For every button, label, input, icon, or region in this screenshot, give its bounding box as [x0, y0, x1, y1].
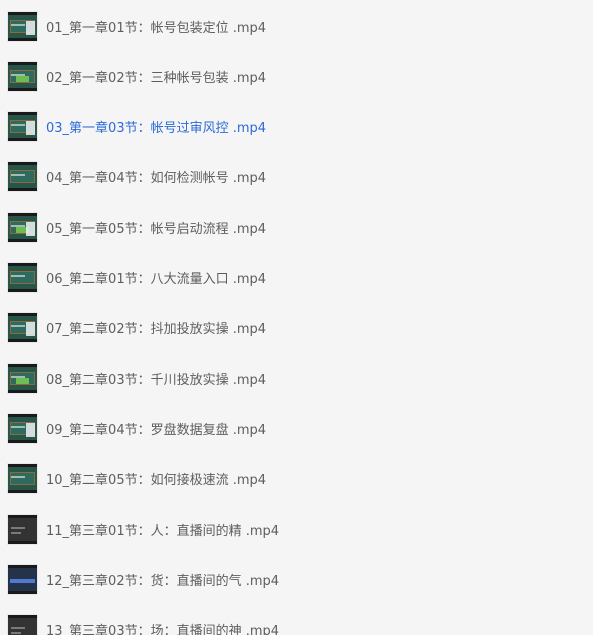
- file-name: 02_第一章02节：三种帐号包装 .mp4: [46, 70, 267, 86]
- file-name: 01_第一章01节：帐号包装定位 .mp4: [46, 20, 267, 36]
- file-name: 07_第二章02节：抖加投放实操 .mp4: [46, 322, 267, 338]
- file-list-item[interactable]: 11_第三章01节：人：直播间的精 .mp4: [0, 509, 593, 549]
- video-thumbnail: [8, 514, 37, 544]
- video-thumbnail: [8, 61, 37, 91]
- file-list: 01_第一章01节：帐号包装定位 .mp4 02_第一章02节：三种帐号包装 .m…: [0, 0, 593, 635]
- video-thumbnail: [8, 413, 37, 443]
- video-thumbnail: [8, 564, 37, 594]
- file-name: 11_第三章01节：人：直播间的精 .mp4: [46, 523, 280, 539]
- file-name: 09_第二章04节：罗盘数据复盘 .mp4: [46, 422, 267, 438]
- file-list-item[interactable]: 04_第一章04节：如何检测帐号 .mp4: [0, 157, 593, 197]
- file-list-item[interactable]: 08_第二章03节：千川投放实操 .mp4: [0, 358, 593, 398]
- video-thumbnail: [8, 363, 37, 393]
- file-name: 05_第一章05节：帐号启动流程 .mp4: [46, 221, 267, 237]
- file-name: 08_第二章03节：千川投放实操 .mp4: [46, 372, 267, 388]
- video-thumbnail: [8, 615, 37, 635]
- video-thumbnail: [8, 112, 37, 142]
- file-list-item[interactable]: 09_第二章04节：罗盘数据复盘 .mp4: [0, 408, 593, 448]
- video-thumbnail: [8, 212, 37, 242]
- file-list-item[interactable]: 12_第三章02节：货：直播间的气 .mp4: [0, 559, 593, 599]
- file-name: 13_第三章03节：场：直播间的神 .mp4: [46, 624, 280, 635]
- file-name: 12_第三章02节：货：直播间的气 .mp4: [46, 573, 280, 589]
- file-name: 03_第一章03节：帐号过审风控 .mp4: [46, 121, 267, 137]
- video-thumbnail: [8, 263, 37, 292]
- file-list-item[interactable]: 06_第二章01节：八大流量入口 .mp4: [0, 258, 593, 298]
- video-thumbnail: [8, 11, 37, 41]
- video-thumbnail: [8, 464, 37, 494]
- file-name: 06_第二章01节：八大流量入口 .mp4: [46, 272, 267, 287]
- file-list-item[interactable]: 13_第三章03节：场：直播间的神 .mp4: [0, 610, 593, 635]
- video-thumbnail: [8, 162, 37, 192]
- file-name: 04_第一章04节：如何检测帐号 .mp4: [46, 171, 267, 187]
- file-list-item[interactable]: 02_第一章02节：三种帐号包装 .mp4: [0, 56, 593, 96]
- file-list-item[interactable]: 01_第一章01节：帐号包装定位 .mp4: [0, 6, 593, 46]
- file-list-item[interactable]: 05_第一章05节：帐号启动流程 .mp4: [0, 207, 593, 247]
- file-list-item[interactable]: 03_第一章03节：帐号过审风控 .mp4: [0, 107, 593, 147]
- video-thumbnail: [8, 313, 37, 343]
- file-list-item[interactable]: 10_第二章05节：如何接极速流 .mp4: [0, 459, 593, 499]
- file-name: 10_第二章05节：如何接极速流 .mp4: [46, 473, 267, 489]
- file-list-item[interactable]: 07_第二章02节：抖加投放实操 .mp4: [0, 308, 593, 348]
